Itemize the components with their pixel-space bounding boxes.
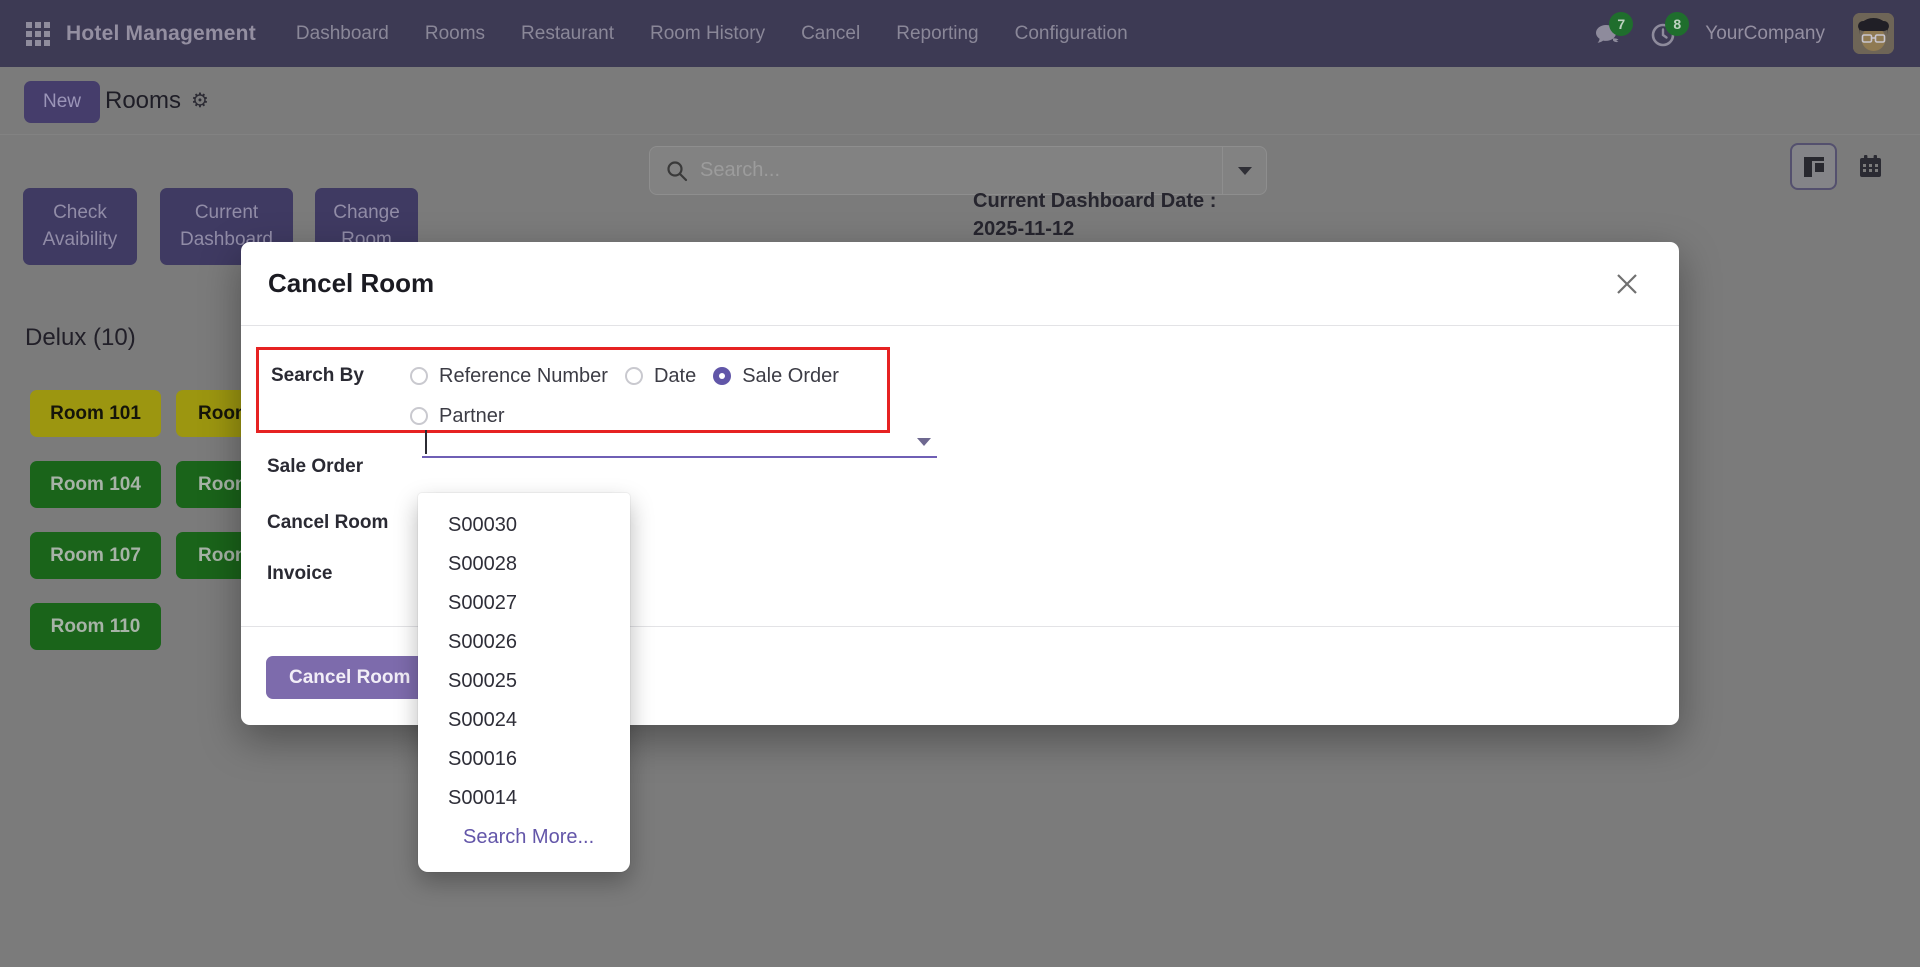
activities-count-badge: 8 [1665,12,1689,36]
room-button-107[interactable]: Room 107 [30,532,161,579]
room-button-101[interactable]: Room 101 [30,390,161,437]
chevron-down-icon [1238,167,1252,175]
app-title[interactable]: Hotel Management [66,22,256,46]
radio-option-sale-order[interactable]: Sale Order [713,365,839,388]
sale-order-combobox [422,426,937,458]
gear-icon[interactable]: ⚙ [191,91,209,111]
room-button-104[interactable]: Room 104 [30,461,161,508]
text-cursor [425,430,427,454]
sale-order-input[interactable] [422,426,937,456]
modal-close-button[interactable] [1613,270,1641,298]
nav-item-room-history[interactable]: Room History [650,23,765,45]
dropdown-item[interactable]: S00030 [418,506,630,545]
new-button[interactable]: New [24,81,100,123]
calendar-view-button[interactable] [1847,143,1894,190]
search-filters-toggle[interactable] [1222,147,1266,194]
user-avatar[interactable] [1853,13,1894,54]
main-menu: Dashboard Rooms Restaurant Room History … [296,23,1128,45]
nav-item-dashboard[interactable]: Dashboard [296,23,389,45]
invoice-field-label: Invoice [267,563,332,585]
kanban-icon [1802,155,1826,179]
control-panel: New Rooms ⚙ [0,67,1920,135]
sale-order-dropdown: S00030 S00028 S00027 S00026 S00025 S0002… [418,493,630,872]
room-category-heading: Delux (10) [25,324,136,352]
nav-item-restaurant[interactable]: Restaurant [521,23,614,45]
cancel-room-field-label: Cancel Room [267,512,388,534]
search-input[interactable] [700,159,1222,182]
nav-item-rooms[interactable]: Rooms [425,23,485,45]
dropdown-item[interactable]: S00014 [418,779,630,818]
messages-button[interactable]: 7 [1593,20,1621,48]
radio-button-icon[interactable] [410,407,428,425]
radio-button-selected-icon[interactable] [713,367,731,385]
view-switcher [1790,143,1894,190]
navbar: Hotel Management Dashboard Rooms Restaur… [0,0,1920,67]
company-switcher[interactable]: YourCompany [1705,23,1825,45]
sale-order-field-label: Sale Order [267,456,363,478]
radio-button-icon[interactable] [625,367,643,385]
dropdown-item[interactable]: S00024 [418,701,630,740]
combobox-caret-icon[interactable] [917,438,931,446]
modal-title: Cancel Room [268,268,434,299]
dropdown-item[interactable]: S00016 [418,740,630,779]
nav-item-reporting[interactable]: Reporting [896,23,978,45]
dashboard-date-block: Current Dashboard Date : 2025-11-12 [973,190,1216,241]
cancel-room-submit-button[interactable]: Cancel Room [266,656,433,699]
messages-count-badge: 7 [1609,12,1633,36]
search-icon [666,160,688,182]
calendar-icon [1858,154,1883,179]
search-by-highlight-box: Search By Reference Number Date Sale Ord… [256,347,890,433]
navbar-right: 7 8 YourCompany [1593,13,1894,54]
apps-grid-icon[interactable] [26,22,50,46]
radio-option-partner[interactable]: Partner [410,405,505,428]
modal-header: Cancel Room [241,242,1679,326]
search-by-radio-group: Reference Number Date Sale Order Partner [410,350,839,430]
dashboard-date-label: Current Dashboard Date : [973,190,1216,213]
activities-button[interactable]: 8 [1649,20,1677,48]
close-icon [1614,271,1640,297]
kanban-view-button[interactable] [1790,143,1837,190]
dropdown-item[interactable]: S00026 [418,623,630,662]
nav-item-configuration[interactable]: Configuration [1015,23,1128,45]
dashboard-date-value: 2025-11-12 [973,218,1216,241]
breadcrumb-title: Rooms [105,87,181,115]
search-bar [649,146,1267,195]
radio-option-reference-number[interactable]: Reference Number [410,365,608,388]
search-by-label: Search By [259,350,410,430]
nav-item-cancel[interactable]: Cancel [801,23,860,45]
radio-option-date[interactable]: Date [625,365,696,388]
radio-button-icon[interactable] [410,367,428,385]
check-availability-button[interactable]: Check Avaibility [23,188,137,265]
dropdown-item[interactable]: S00027 [418,584,630,623]
dropdown-item[interactable]: S00025 [418,662,630,701]
room-button-110[interactable]: Room 110 [30,603,161,650]
search-more-option[interactable]: Search More... [418,818,630,857]
dropdown-item[interactable]: S00028 [418,545,630,584]
